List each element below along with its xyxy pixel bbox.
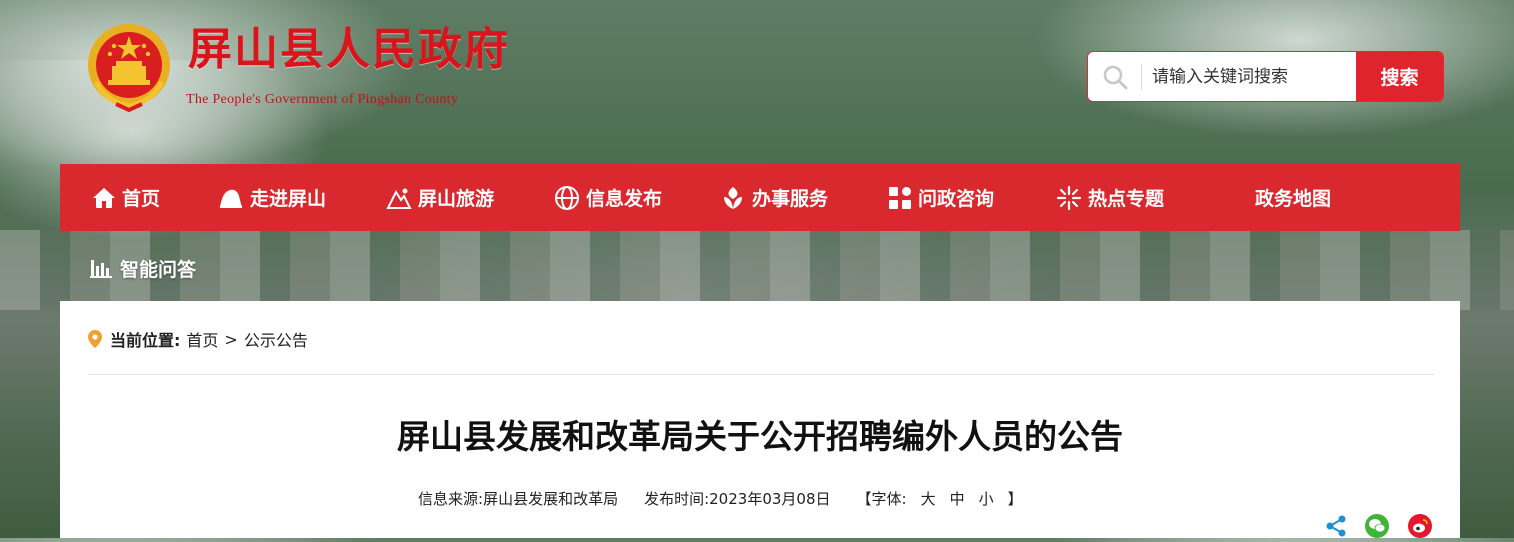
font-size-label: 【字体: <box>856 490 907 508</box>
tourism-icon <box>386 188 412 209</box>
nav-item-map[interactable]: 政务地图 <box>1255 164 1331 231</box>
national-emblem-logo[interactable] <box>86 22 172 113</box>
search-box: 搜索 <box>1087 51 1444 102</box>
breadcrumb-notices-link[interactable]: 公示公告 <box>244 327 308 351</box>
font-size-close: 】 <box>1007 490 1023 508</box>
mountain-hill-icon <box>220 189 242 208</box>
nav-item-consult[interactable]: 问政咨询 <box>888 164 994 231</box>
nav-item-label: 走进屏山 <box>250 188 327 210</box>
share-icon[interactable] <box>1324 514 1348 538</box>
date-value: 2023年03月08日 <box>709 490 831 508</box>
home-icon <box>93 187 115 208</box>
search-input[interactable] <box>1150 52 1352 101</box>
wechat-icon[interactable] <box>1365 514 1389 538</box>
nav-item-label: 热点专题 <box>1088 188 1165 210</box>
search-icon <box>1100 64 1130 90</box>
breadcrumb: 当前位置: 首页 > 公示公告 <box>88 327 308 351</box>
article-panel: 当前位置: 首页 > 公示公告 屏山县发展和改革局关于公开招聘编外人员的公告 信… <box>60 301 1460 538</box>
article-meta: 信息来源: 屏山县发展和改革局 发布时间: 2023年03月08日 【字体: 大… <box>418 488 1023 509</box>
source-value: 屏山县发展和改革局 <box>483 490 619 508</box>
service-icon <box>724 186 742 209</box>
font-size-small[interactable]: 小 <box>979 488 994 509</box>
star-burst-icon <box>1056 185 1082 210</box>
nav-item-label: 智能问答 <box>120 258 197 281</box>
search-button[interactable]: 搜索 <box>1356 52 1443 101</box>
source-label: 信息来源: <box>418 490 484 508</box>
nav-item-label: 信息发布 <box>586 188 663 210</box>
nav-item-services[interactable]: 办事服务 <box>720 164 828 231</box>
main-nav: 首页 走进屏山 屏山旅游 信息发布 办事服务 问政咨询 热点专题 政务地图 <box>60 164 1460 231</box>
nav-item-about[interactable]: 走进屏山 <box>218 164 326 231</box>
date-label: 发布时间: <box>644 490 710 508</box>
breadcrumb-separator: > <box>224 329 238 349</box>
nav-item-home[interactable]: 首页 <box>92 164 160 231</box>
nav-item-topics[interactable]: 热点专题 <box>1056 164 1164 231</box>
location-pin-icon <box>88 330 102 348</box>
weibo-icon[interactable] <box>1408 514 1432 538</box>
nav-item-label: 屏山旅游 <box>418 188 495 210</box>
divider <box>88 374 1434 375</box>
article-title: 屏山县发展和改革局关于公开招聘编外人员的公告 <box>397 417 1123 456</box>
nav-item-label: 政务地图 <box>1255 188 1332 210</box>
nav-item-label: 问政咨询 <box>918 188 995 210</box>
breadcrumb-label: 当前位置: <box>110 331 181 350</box>
bar-chart-icon <box>90 260 112 278</box>
grid-icon <box>889 186 911 209</box>
globe-icon <box>555 185 579 210</box>
nav-item-label: 办事服务 <box>752 188 829 210</box>
site-title[interactable]: 屏山县人民政府 <box>188 28 510 72</box>
font-size-medium[interactable]: 中 <box>950 488 965 509</box>
nav-item-label: 首页 <box>122 188 161 210</box>
background-photo-rooftops <box>0 230 1514 310</box>
nav-item-ai-qa[interactable]: 智能问答 <box>90 250 196 286</box>
font-size-large[interactable]: 大 <box>921 488 936 509</box>
breadcrumb-home-link[interactable]: 首页 <box>186 327 218 351</box>
nav-item-news[interactable]: 信息发布 <box>554 164 662 231</box>
nav-item-tourism[interactable]: 屏山旅游 <box>386 164 494 231</box>
site-subtitle: The People's Government of Pingshan Coun… <box>186 92 459 107</box>
search-divider <box>1141 64 1142 90</box>
